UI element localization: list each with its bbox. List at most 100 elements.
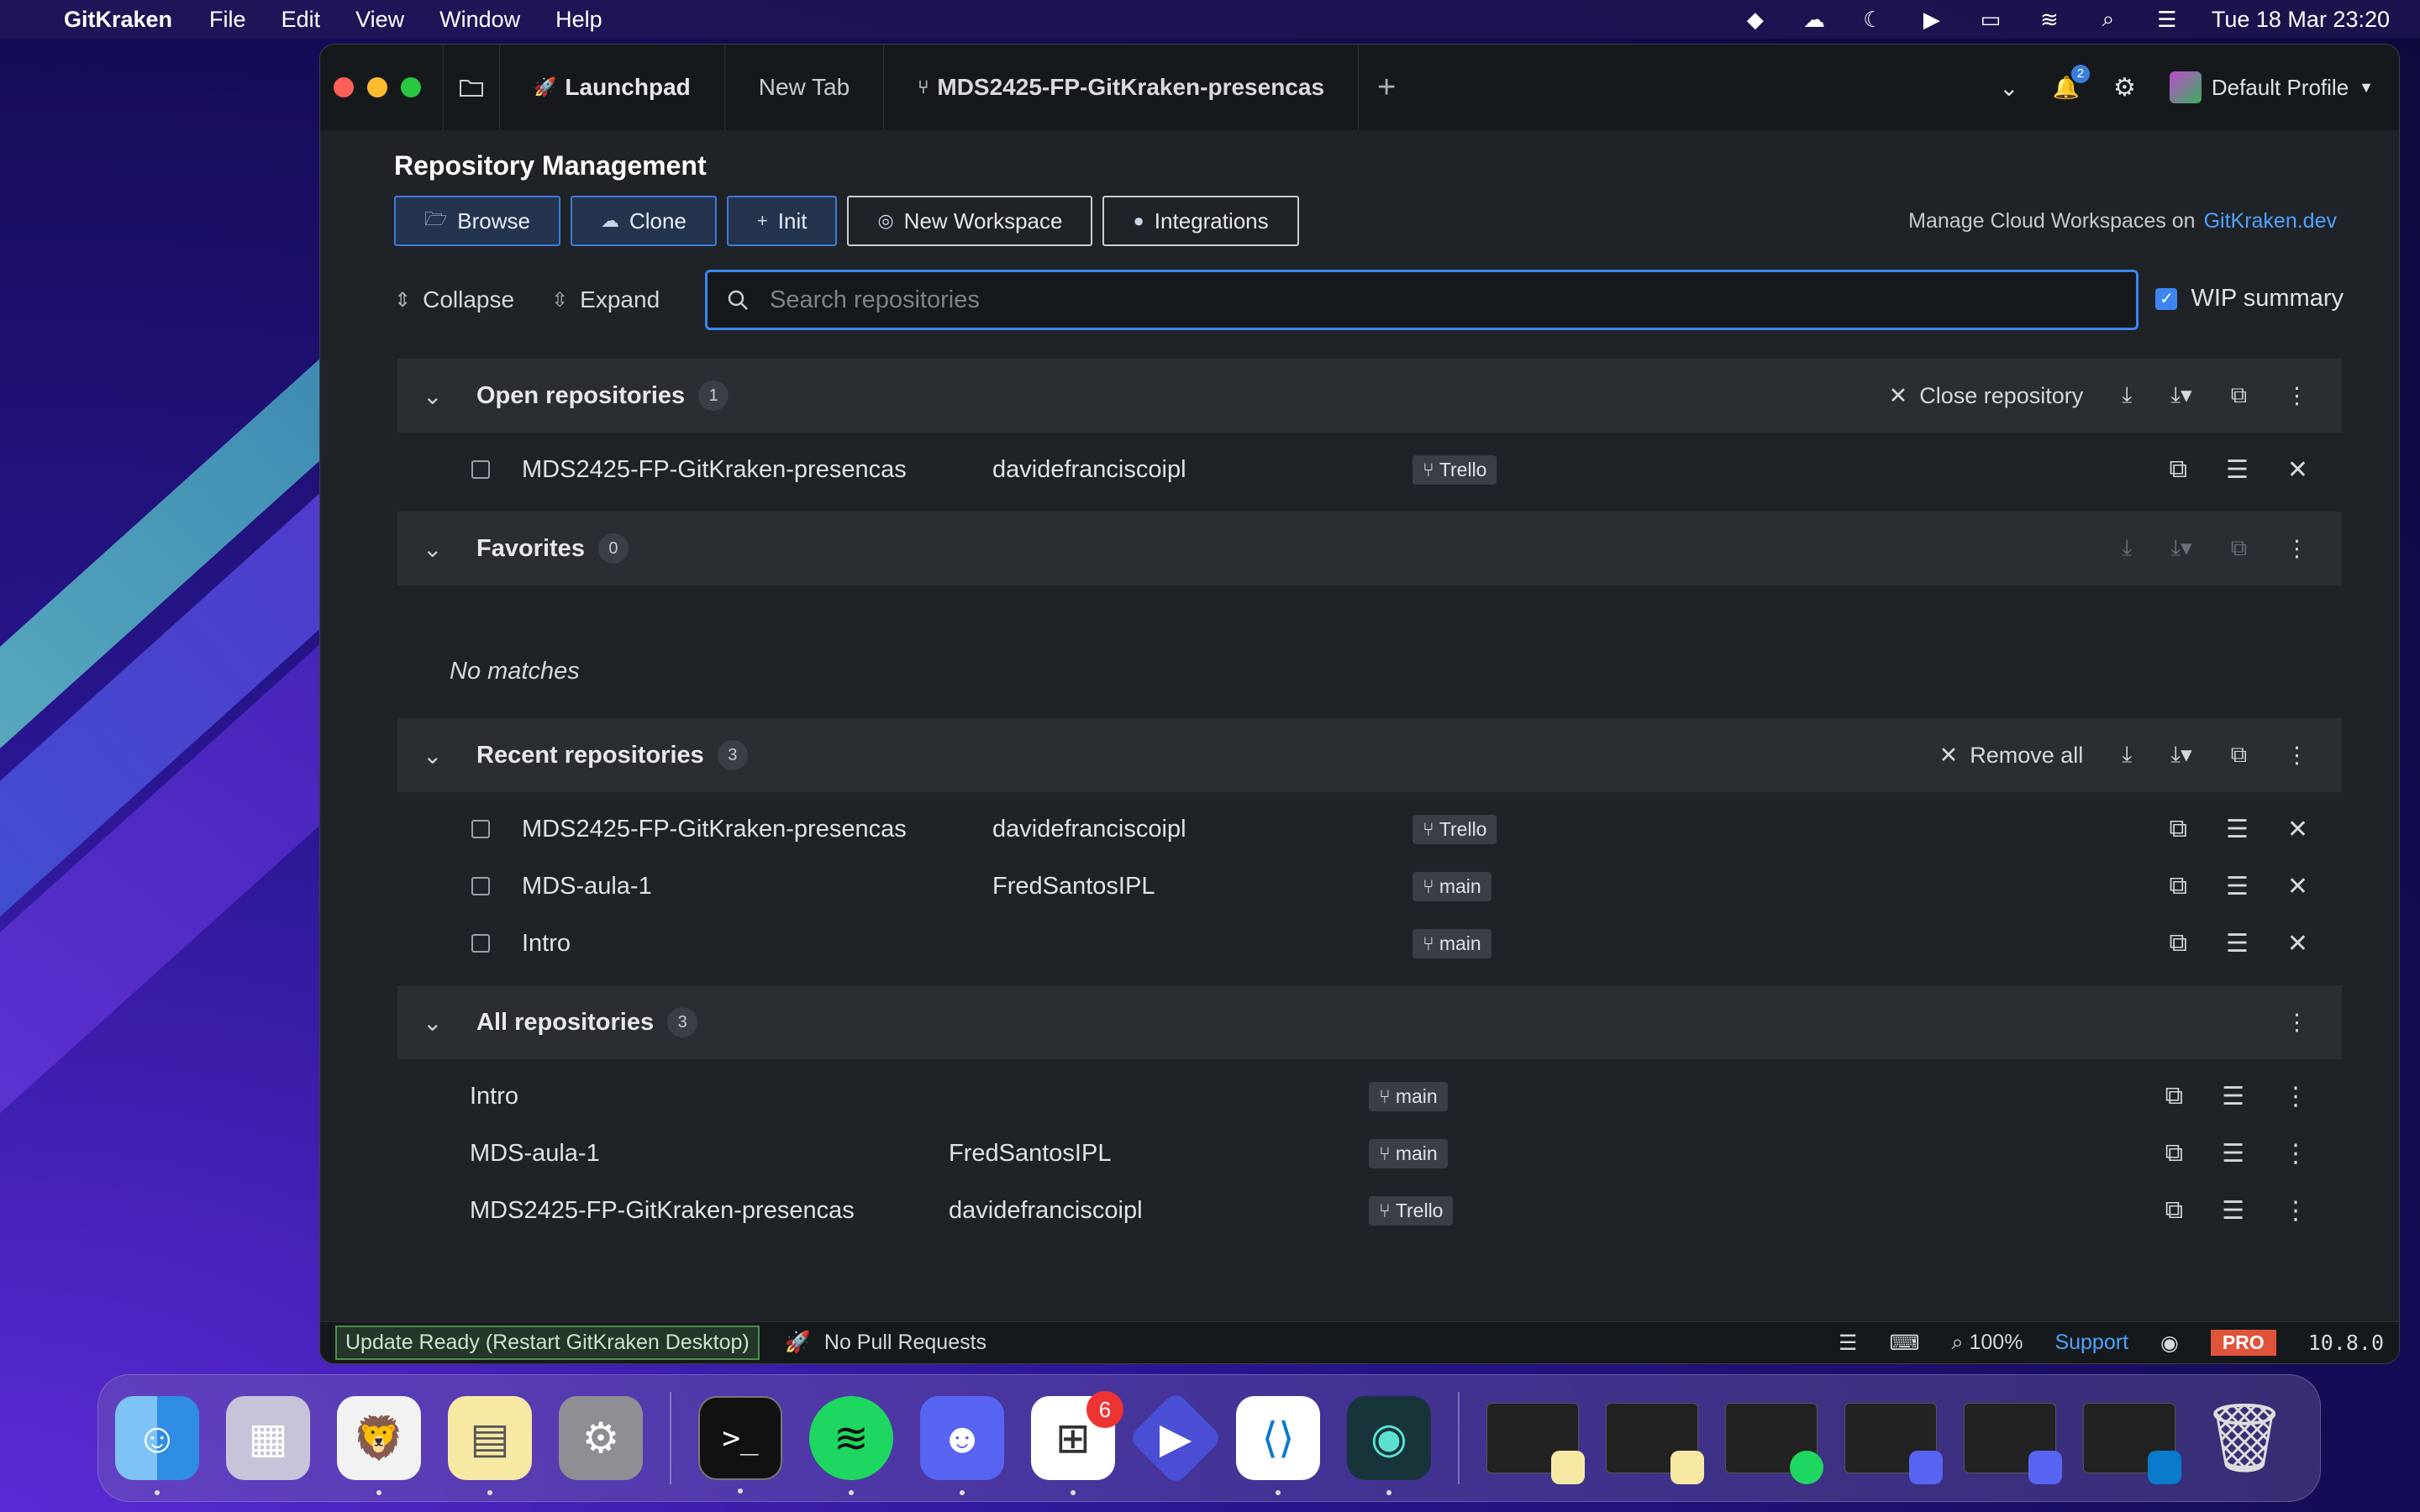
more-options-icon[interactable]: ⋮ xyxy=(2286,536,2308,562)
battery-icon[interactable]: ▭ xyxy=(1976,7,2005,32)
close-window-button[interactable] xyxy=(334,77,354,97)
app-store-download-icon[interactable]: ⊞ 6 xyxy=(1031,1391,1123,1495)
new-tab-plus-icon[interactable]: + xyxy=(1377,70,1396,106)
pro-badge[interactable]: PRO xyxy=(2210,1330,2276,1356)
list-item[interactable]: MDS-aula-1 FredSantosIPL ⑂ main ⧉ ☰ ⋮ xyxy=(397,1125,2342,1182)
clone-button[interactable]: ☁ Clone xyxy=(570,196,717,246)
menubar-clock[interactable]: Tue 18 Mar 23:20 xyxy=(2212,7,2390,33)
list-icon[interactable]: ☰ xyxy=(2226,929,2249,958)
system-settings-icon[interactable]: ⚙ xyxy=(559,1396,643,1480)
tab-launchpad[interactable]: 🚀 Launchpad xyxy=(500,45,725,130)
minimized-window-notes[interactable] xyxy=(1486,1403,1585,1484)
tabs-dropdown-chevron-icon[interactable]: ⌄ xyxy=(1999,74,2018,102)
section-all-repositories[interactable]: ⌄ All repositories 3 ⋮ xyxy=(397,985,2342,1059)
menu-help[interactable]: Help xyxy=(555,7,602,33)
folder-tab[interactable] xyxy=(443,45,500,130)
menu-edit[interactable]: Edit xyxy=(281,7,321,33)
trash-icon[interactable]: 🗑 xyxy=(2202,1396,2287,1480)
vscode-icon[interactable]: ⟨⟩ xyxy=(1236,1396,1320,1495)
more-options-icon[interactable]: ⋮ xyxy=(2283,1196,2308,1226)
list-item[interactable]: MDS-aula-1 FredSantosIPL ⑂ main ⧉ ☰ ✕ xyxy=(397,858,2342,915)
wip-summary-toggle[interactable]: ✓ WIP summary xyxy=(2155,285,2344,312)
support-link[interactable]: Support xyxy=(2054,1331,2128,1355)
spotlight-search-icon[interactable]: ⌕ xyxy=(2094,6,2123,31)
list-item[interactable]: MDS2425-FP-GitKraken-presencas davidefra… xyxy=(397,1182,2342,1239)
close-icon[interactable]: ✕ xyxy=(2287,815,2308,844)
zoom-control[interactable]: ⌕ 100% xyxy=(1952,1331,2023,1355)
list-item[interactable]: MDS2425-FP-GitKraken-presencas davidefra… xyxy=(397,801,2342,858)
chevron-down-icon[interactable]: ⌄ xyxy=(423,742,456,769)
row-checkbox[interactable] xyxy=(471,460,490,479)
list-icon[interactable]: ☰ xyxy=(2226,872,2249,901)
remove-all-button[interactable]: ✕ Remove all xyxy=(1939,743,2084,769)
minimized-window-linear[interactable] xyxy=(1844,1403,1943,1484)
more-options-icon[interactable]: ⋮ xyxy=(2286,1010,2308,1036)
control-center-icon[interactable]: ☰ xyxy=(2153,7,2181,32)
row-checkbox[interactable] xyxy=(471,820,490,838)
more-options-icon[interactable]: ⋮ xyxy=(2286,743,2308,769)
minimized-window-vscode[interactable] xyxy=(2083,1403,2181,1484)
cloud-sync-icon[interactable]: ☁ xyxy=(1800,7,1828,32)
open-repo-icon[interactable]: ⧉ xyxy=(2170,872,2187,901)
row-checkbox[interactable] xyxy=(471,877,490,895)
terminal-icon[interactable]: >_ xyxy=(698,1396,782,1494)
tab-new-tab[interactable]: New Tab xyxy=(725,45,885,130)
open-repo-icon[interactable]: ⧉ xyxy=(2170,815,2187,844)
close-repository-button[interactable]: ✕ Close repository xyxy=(1889,383,2084,409)
gitkraken-dev-link[interactable]: GitKraken.dev xyxy=(2204,209,2337,233)
wip-summary-checkbox[interactable]: ✓ xyxy=(2155,287,2178,310)
chevron-down-icon[interactable]: ⌄ xyxy=(423,1009,456,1037)
notes-icon[interactable]: ▤ xyxy=(448,1396,532,1495)
minimized-window-notes-2[interactable] xyxy=(1606,1403,1704,1484)
night-mode-icon[interactable]: ☾ xyxy=(1859,7,1887,32)
update-ready-button[interactable]: Update Ready (Restart GitKraken Desktop) xyxy=(335,1326,760,1360)
fetch-icon[interactable]: ⤓ xyxy=(2122,742,2132,769)
tab-repository[interactable]: ⑂ MDS2425-FP-GitKraken-presencas xyxy=(884,45,1360,130)
open-repo-icon[interactable]: ⧉ xyxy=(2165,1196,2183,1226)
row-checkbox[interactable] xyxy=(471,934,490,953)
play-icon[interactable]: ▶ xyxy=(1918,7,1946,32)
search-repositories-input[interactable] xyxy=(770,286,2030,314)
menu-file[interactable]: File xyxy=(209,7,246,33)
open-repo-icon[interactable]: ⧉ xyxy=(2170,455,2187,485)
close-icon[interactable]: ✕ xyxy=(2287,929,2308,958)
list-item[interactable]: Intro ⑂ main ⧉ ☰ ⋮ xyxy=(397,1068,2342,1125)
fetch-icon[interactable]: ⤓ xyxy=(2122,382,2132,409)
more-options-icon[interactable]: ⋮ xyxy=(2286,383,2308,409)
list-view-icon[interactable]: ☰ xyxy=(1839,1331,1857,1356)
list-icon[interactable]: ☰ xyxy=(2226,455,2249,485)
menu-app-name[interactable]: GitKraken xyxy=(64,7,172,33)
profile-selector[interactable]: Default Profile ▼ xyxy=(2169,71,2374,103)
notifications-bell-icon[interactable]: 🔔 2 xyxy=(2053,64,2090,101)
new-workspace-button[interactable]: ◎ New Workspace xyxy=(847,196,1093,246)
list-icon[interactable]: ☰ xyxy=(2226,815,2249,844)
pull-dropdown-icon[interactable]: ⤓▾ xyxy=(2170,742,2192,769)
open-repo-icon[interactable]: ⧉ xyxy=(2165,1139,2183,1168)
section-favorites[interactable]: ⌄ Favorites 0 ⤓ ⤓▾ ⧉ ⋮ xyxy=(397,512,2342,585)
more-options-icon[interactable]: ⋮ xyxy=(2283,1139,2308,1168)
section-recent-repositories[interactable]: ⌄ Recent repositories 3 ✕ Remove all ⤓ ⤓… xyxy=(397,718,2342,792)
zoom-window-button[interactable] xyxy=(401,77,421,97)
chevron-down-icon[interactable]: ⌄ xyxy=(423,382,456,410)
keyboard-icon[interactable]: ⌨ xyxy=(1889,1331,1919,1356)
pull-requests-status[interactable]: 🚀 No Pull Requests xyxy=(785,1331,986,1355)
list-icon[interactable]: ☰ xyxy=(2222,1139,2244,1168)
browse-button[interactable]: 🗁 Browse xyxy=(394,196,560,246)
minimize-window-button[interactable] xyxy=(367,77,387,97)
wifi-icon[interactable]: ≋ xyxy=(2035,7,2064,32)
more-options-icon[interactable]: ⋮ xyxy=(2283,1082,2308,1111)
gitkraken-dock-icon[interactable]: ◉ xyxy=(1347,1396,1431,1495)
init-button[interactable]: + Init xyxy=(726,196,838,246)
brave-icon[interactable]: 🦁 xyxy=(337,1396,421,1495)
open-repo-icon[interactable]: ⧉ xyxy=(2170,929,2187,958)
kraken-status-icon[interactable]: ◆ xyxy=(1741,7,1770,32)
list-icon[interactable]: ☰ xyxy=(2222,1082,2244,1111)
spotify-icon[interactable]: ≋ xyxy=(809,1396,893,1495)
menu-window[interactable]: Window xyxy=(439,7,520,33)
discord-icon[interactable]: ☻ xyxy=(920,1396,1004,1495)
open-external-icon[interactable]: ⧉ xyxy=(2231,382,2247,409)
open-repo-icon[interactable]: ⧉ xyxy=(2165,1082,2183,1111)
list-icon[interactable]: ☰ xyxy=(2222,1196,2244,1226)
menu-view[interactable]: View xyxy=(355,7,404,33)
linear-app-icon[interactable]: ▶ xyxy=(1128,1390,1223,1486)
